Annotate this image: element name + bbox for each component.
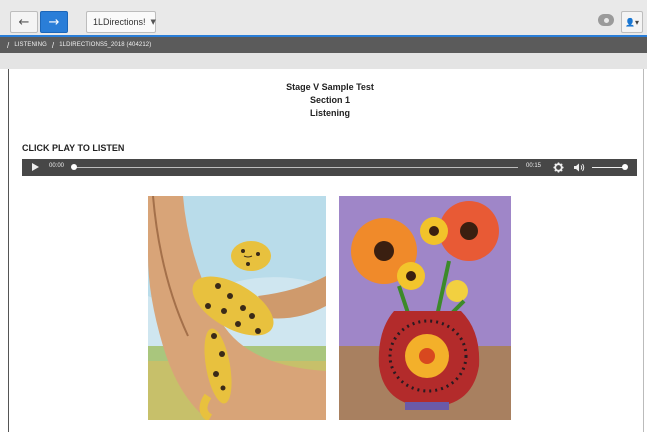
arrow-left-icon: ← — [18, 14, 30, 30]
chevron-down-icon: ▼ — [150, 18, 156, 26]
section-title: Section 1 — [309, 95, 350, 105]
breadcrumb-item-test[interactable]: 1LDIRECTIONS5_2018 (404212) — [59, 42, 151, 48]
gear-icon[interactable] — [553, 162, 564, 173]
play-instruction: CLICK PLAY TO LISTEN — [22, 143, 125, 153]
progress-track[interactable] — [74, 167, 518, 168]
dropdown-value: 1LDirections! — [93, 17, 146, 27]
volume-track[interactable] — [592, 167, 624, 168]
top-toolbar: ← → 1LDirections! ▼ 👤▾ — [0, 0, 647, 37]
leopard-in-tree-painting — [148, 196, 326, 420]
play-icon[interactable] — [32, 163, 39, 171]
directions-dropdown[interactable]: 1LDirections! ▼ — [86, 11, 156, 33]
volume-icon[interactable] — [573, 162, 585, 173]
user-icon: 👤▾ — [625, 17, 639, 27]
audio-player: 00:00 00:15 — [22, 159, 637, 176]
volume-knob[interactable] — [622, 164, 628, 170]
back-button[interactable]: ← — [10, 11, 38, 33]
sunflowers-in-vase-painting — [339, 196, 511, 420]
arrow-right-icon: → — [48, 14, 60, 30]
progress-knob[interactable] — [71, 164, 77, 170]
breadcrumb-item-listening[interactable]: LISTENING — [14, 42, 47, 48]
header-strip — [0, 53, 647, 69]
forward-button[interactable]: → — [40, 11, 68, 33]
current-time: 00:00 — [49, 163, 65, 169]
user-menu-button[interactable]: 👤▾ — [621, 11, 643, 33]
page-title: Stage V Sample Test — [286, 82, 374, 92]
eye-icon[interactable] — [598, 14, 614, 26]
duration-time: 00:15 — [526, 163, 542, 169]
breadcrumb: / LISTENING / 1LDIRECTIONS5_2018 (404212… — [0, 37, 647, 53]
section-subtitle: Listening — [310, 108, 350, 118]
